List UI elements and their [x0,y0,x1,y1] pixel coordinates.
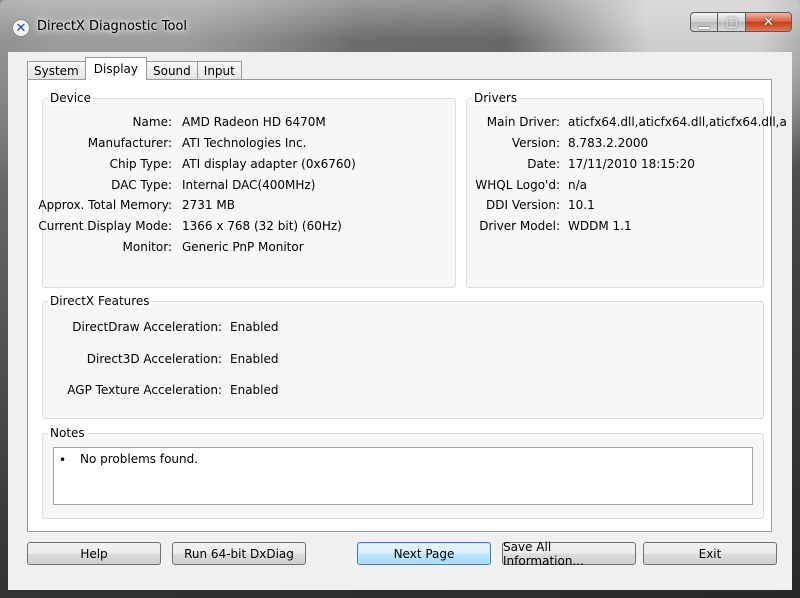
tab-input[interactable]: Input [196,61,242,80]
maximize-icon: ▢ [725,14,738,30]
device-value: ATI Technologies Inc. [182,136,307,150]
feature-value: Enabled [230,320,279,334]
device-value: 1366 x 768 (32 bit) (60Hz) [182,219,342,233]
features-group-title: DirectX Features [48,294,152,308]
feature-label: Direct3D Acceleration: [86,352,222,366]
device-label: DAC Type: [111,178,172,192]
driver-value: 10.1 [568,198,595,212]
directx-features-group: DirectX Features DirectDraw Acceleration… [42,294,764,419]
window-title: DirectX Diagnostic Tool [37,19,188,34]
title-bar[interactable]: ✕ DirectX Diagnostic Tool ▁ ▢ ✕ [0,0,800,52]
feature-value: Enabled [230,383,279,397]
driver-label: DDI Version: [485,198,560,212]
device-group-title: Device [48,91,94,105]
device-value: AMD Radeon HD 6470M [182,115,326,129]
driver-value: 17/11/2010 18:15:20 [568,157,695,171]
next-page-button[interactable]: Next Page [357,542,491,565]
notes-group-title: Notes [48,426,87,440]
tab-display[interactable]: Display [84,57,147,80]
device-label: Chip Type: [109,157,172,171]
driver-label: Version: [511,136,560,150]
directx-icon: ✕ [12,19,30,37]
driver-label: Main Driver: [486,115,560,129]
caption-buttons: ▁ ▢ ✕ [690,12,792,32]
device-value: Generic PnP Monitor [182,240,304,254]
bullet-icon: • [59,453,67,467]
device-value: 2731 MB [182,198,235,212]
close-icon: ✕ [763,14,774,30]
feature-value: Enabled [230,352,279,366]
dxdiag-window: ✕ DirectX Diagnostic Tool ▁ ▢ ✕ System D… [0,0,800,598]
run-64bit-dxdiag-button[interactable]: Run 64-bit DxDiag [172,542,306,565]
driver-value: 8.783.2.2000 [568,136,649,150]
device-label: Monitor: [122,240,172,254]
tab-sound[interactable]: Sound [145,61,198,80]
driver-value: WDDM 1.1 [568,219,632,233]
notes-textbox[interactable]: • No problems found. [53,447,753,505]
driver-value: aticfx64.dll,aticfx64.dll,aticfx64.dll,a [568,115,787,129]
driver-label: Date: [527,157,560,171]
save-all-information-button[interactable]: Save All Information... [502,540,636,568]
feature-label: AGP Texture Acceleration: [67,383,222,397]
feature-label: DirectDraw Acceleration: [72,320,222,334]
tab-strip: System Display Sound Input [27,57,242,80]
device-label: Name: [132,115,172,129]
drivers-group-title: Drivers [472,91,520,105]
drivers-group: Drivers Main Driver: aticfx64.dll,aticfx… [466,91,787,288]
tab-system[interactable]: System [27,61,86,80]
close-button[interactable]: ✕ [746,12,792,32]
display-tab-panel: Device Name: AMD Radeon HD 6470M Manufac… [27,79,787,532]
client-area: System Display Sound Input Device Name: … [8,52,792,590]
device-label: Current Display Mode: [38,219,172,233]
exit-button[interactable]: Exit [643,542,777,565]
help-button[interactable]: Help [27,542,161,565]
driver-label: Driver Model: [479,219,560,233]
note-item: No problems found. [80,452,199,466]
device-label: Manufacturer: [87,136,172,150]
device-label: Approx. Total Memory: [38,198,172,212]
minimize-icon: ▁ [699,14,709,30]
minimize-button[interactable]: ▁ [690,12,718,32]
device-value: Internal DAC(400MHz) [182,178,316,192]
driver-value: n/a [568,178,588,192]
maximize-button[interactable]: ▢ [718,12,746,32]
notes-group: Notes • No problems found. [42,426,764,519]
device-group: Device Name: AMD Radeon HD 6470M Manufac… [38,91,456,288]
device-value: ATI display adapter (0x6760) [182,157,356,171]
driver-label: WHQL Logo'd: [475,178,560,192]
